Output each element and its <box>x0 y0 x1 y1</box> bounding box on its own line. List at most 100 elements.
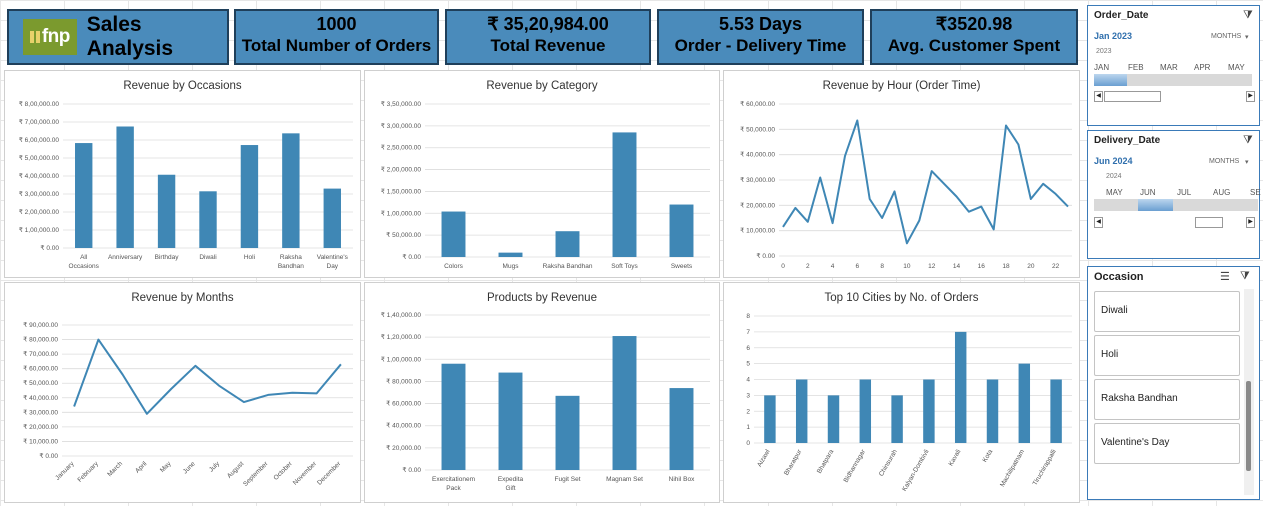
kpi-delivery-time: 5.53 Days Order - Delivery Time <box>657 9 864 65</box>
y-tick-label: ₹ 30,000.00 <box>740 176 775 184</box>
time-level-dropdown[interactable]: MONTHS <box>1211 33 1241 40</box>
x-tick-label: Sweets <box>671 263 693 270</box>
y-tick-label: ₹ 30,000.00 <box>23 408 58 416</box>
y-tick-label: ₹ 80,000.00 <box>386 377 421 385</box>
bar <box>859 379 872 443</box>
occasion-item[interactable]: Valentine's Day <box>1094 423 1240 464</box>
x-tick-label: December <box>316 460 343 487</box>
chart-title: Revenue by Occasions <box>123 80 242 92</box>
timeline-scrollbar[interactable] <box>1195 217 1223 228</box>
chevron-down-icon[interactable]: ▾ <box>1245 158 1249 166</box>
series-line <box>73 338 342 415</box>
x-tick-label: 8 <box>880 263 884 270</box>
bar <box>669 204 694 257</box>
x-tick-label: Mugs <box>503 263 520 270</box>
x-tick-label: Kota <box>981 448 994 463</box>
multi-select-icon[interactable]: ☰ <box>1220 270 1230 283</box>
x-tick-label: June <box>182 460 197 475</box>
chart-title: Revenue by Hour (Order Time) <box>823 80 981 92</box>
kpi-total-orders: 1000 Total Number of Orders <box>234 9 439 65</box>
scroll-right-icon[interactable]: ▶ <box>1246 91 1255 102</box>
x-tick-label: Nihil Box <box>669 476 695 483</box>
month-label: MAR <box>1160 63 1178 72</box>
y-tick-label: ₹ 1,50,000.00 <box>381 187 422 195</box>
x-tick-label: Aizawl <box>756 448 772 468</box>
scrollbar-thumb[interactable] <box>1246 381 1251 471</box>
month-label: FEB <box>1128 63 1144 72</box>
y-tick-label: ₹ 1,20,000.00 <box>381 333 422 341</box>
clear-filter-icon[interactable]: ⧩ <box>1243 9 1253 22</box>
x-tick-label: Magnam Set <box>606 476 643 483</box>
occasion-item[interactable]: Diwali <box>1094 291 1240 332</box>
slicer-selected-period: Jan 2023 <box>1094 31 1133 41</box>
x-tick-label: Anniversary <box>108 254 143 261</box>
order-date-slicer[interactable]: Order_Date ⧩ Jan 2023 MONTHS ▾ 2023 JAN … <box>1087 5 1260 126</box>
y-tick-label: ₹ 40,000.00 <box>386 422 421 430</box>
month-label: JUN <box>1140 188 1156 197</box>
kpi-label: Avg. Customer Spent <box>887 36 1061 55</box>
x-tick-label: Gift <box>505 485 515 492</box>
scroll-right-icon[interactable]: ▶ <box>1246 217 1255 228</box>
bar <box>986 379 999 443</box>
timeline-bar[interactable] <box>1094 199 1258 211</box>
x-tick-label: May <box>159 460 173 474</box>
x-tick-label: Diwali <box>199 254 216 261</box>
chart-revenue-by-category: Revenue by Category ₹ 0.00 ₹ 50,000.00 ₹ 1,… <box>364 70 720 278</box>
bar <box>764 395 776 443</box>
delivery-date-slicer[interactable]: Delivery_Date ⧩ Jun 2024 MONTHS ▾ 2024 M… <box>1087 130 1261 259</box>
occasion-item[interactable]: Holi <box>1094 335 1240 376</box>
bar <box>240 145 259 248</box>
y-tick-label: ₹ 1,00,000.00 <box>381 209 422 217</box>
bar <box>795 379 808 443</box>
chart-svg: Top 10 Cities by No. of Orders 0 1 2 3 4 5 6 7 8 A… <box>746 292 1072 493</box>
x-tick-label: March <box>106 460 124 478</box>
x-tick-label: 20 <box>1027 263 1035 270</box>
y-tick-label: ₹ 20,000.00 <box>23 423 58 431</box>
x-tick-label: February <box>76 460 100 484</box>
chart-title: Products by Revenue <box>487 292 597 304</box>
slicer-year: 2024 <box>1106 173 1122 180</box>
x-tick-label: Birthday <box>155 254 180 261</box>
bar <box>199 191 217 248</box>
bar <box>555 395 580 470</box>
y-tick-label: ₹ 5,00,000.00 <box>19 154 60 162</box>
time-level-dropdown[interactable]: MONTHS <box>1209 158 1239 165</box>
scroll-left-icon[interactable]: ◀ <box>1094 91 1103 102</box>
chart-title: Revenue by Months <box>131 292 234 304</box>
y-tick-label: ₹ 3,00,000.00 <box>19 190 60 198</box>
timeline-selection[interactable] <box>1094 74 1127 86</box>
chart-revenue-by-occasions: Revenue by Occasions ₹ 0.00 ₹ 1,00,000.00 ₹… <box>4 70 361 278</box>
chevron-down-icon[interactable]: ▾ <box>1245 33 1249 41</box>
y-tick-label: ₹ 10,000.00 <box>23 437 58 445</box>
y-tick-label: ₹ 3,00,000.00 <box>381 122 422 130</box>
month-label: SE <box>1250 188 1261 197</box>
scroll-left-icon[interactable]: ◀ <box>1094 217 1103 228</box>
occasion-item[interactable]: Raksha Bandhan <box>1094 379 1240 420</box>
timeline-scrollbar[interactable] <box>1104 91 1161 102</box>
bar <box>282 133 300 248</box>
x-tick-label: January <box>54 460 76 482</box>
timeline-selection[interactable] <box>1138 199 1173 211</box>
y-tick-label: ₹ 8,00,000.00 <box>19 100 60 108</box>
fnp-logo: fnp <box>23 19 77 55</box>
kpi-value: 5.53 Days <box>718 14 803 34</box>
chart-revenue-by-months: Revenue by Months ₹ 0.00 ₹ 10,000.00 ₹ 20,0… <box>4 282 361 503</box>
x-tick-label: July <box>208 460 222 474</box>
clear-filter-icon[interactable]: ⧩ <box>1240 270 1250 283</box>
clear-filter-icon[interactable]: ⧩ <box>1243 134 1253 147</box>
y-tick-label: ₹ 90,000.00 <box>23 321 58 329</box>
occasion-slicer[interactable]: Occasion ☰ ⧩ Diwali Holi Raksha Bandhan … <box>1087 266 1260 500</box>
x-tick-label: Exercitationem <box>432 476 475 483</box>
timeline-bar[interactable] <box>1094 74 1252 86</box>
month-label: MAY <box>1228 63 1245 72</box>
y-tick-label: 2 <box>746 408 750 415</box>
y-tick-label: 6 <box>746 345 750 352</box>
y-tick-label: ₹ 2,00,000.00 <box>19 208 60 216</box>
slicer-scrollbar[interactable] <box>1244 289 1254 495</box>
x-tick-label: 16 <box>978 263 986 270</box>
kpi-avg-customer-spent: ₹3520.98 Avg. Customer Spent <box>870 9 1078 65</box>
x-tick-label: Kalyan-Dombivli <box>901 449 931 493</box>
slicer-year: 2023 <box>1096 48 1112 55</box>
x-tick-label: 4 <box>831 263 835 270</box>
x-tick-label: Machilipatnam <box>999 449 1026 489</box>
